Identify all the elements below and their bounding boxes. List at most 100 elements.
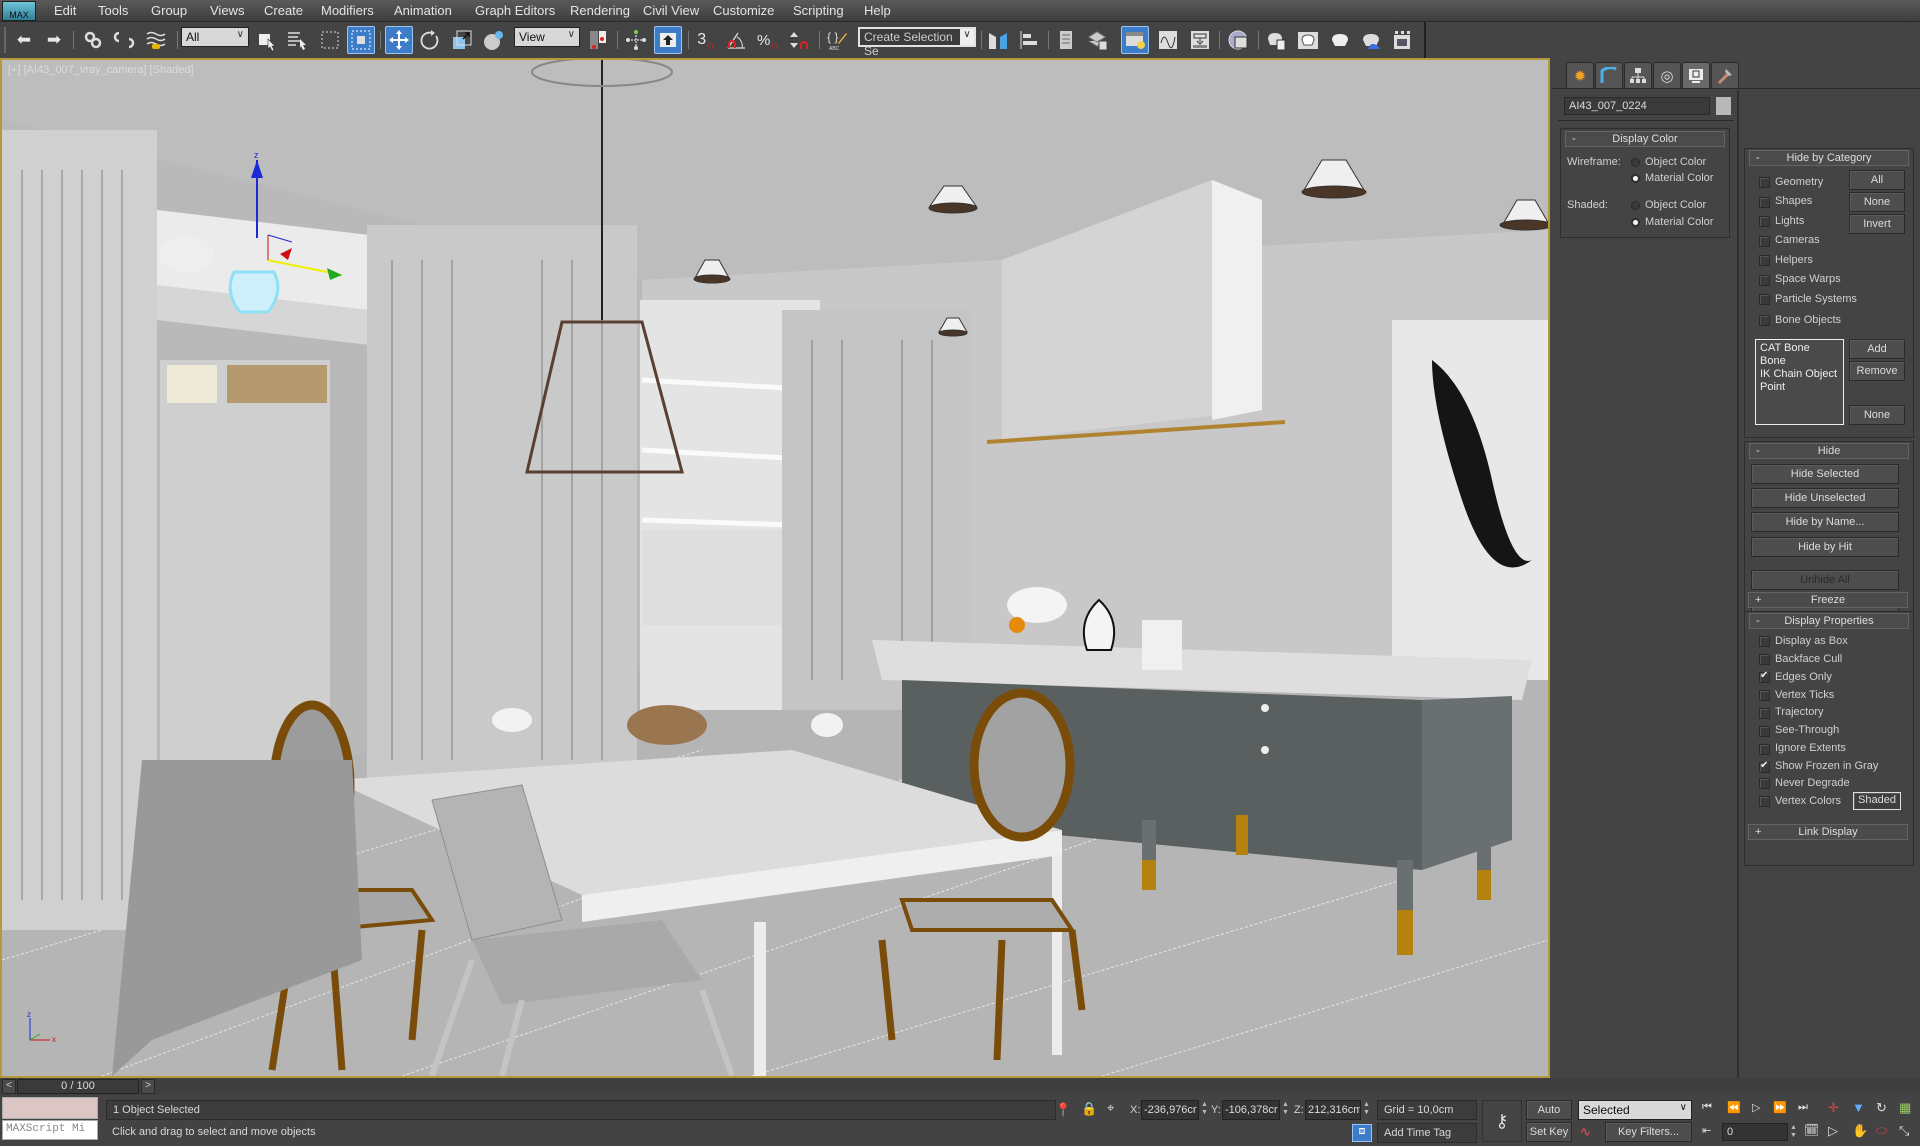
utilities-tab[interactable] xyxy=(1711,62,1739,88)
render-in-cloud-icon[interactable] xyxy=(1357,26,1385,54)
vertex-colors-checkbox[interactable] xyxy=(1759,796,1770,807)
previous-frame-icon[interactable]: ⏪ xyxy=(1727,1101,1741,1114)
keyboard-shortcut-override-icon[interactable] xyxy=(654,26,682,54)
hierarchy-tab[interactable] xyxy=(1624,62,1652,88)
shaded-material-color-radio[interactable] xyxy=(1631,218,1640,227)
link-display-rollout-header[interactable]: + Link Display xyxy=(1748,824,1908,840)
edit-named-selection-sets-icon[interactable]: { } ABC xyxy=(823,26,851,54)
create-tab[interactable]: ✹ xyxy=(1566,62,1594,88)
display-tab[interactable] xyxy=(1682,62,1710,88)
hide-by-name-button[interactable]: Hide by Name... xyxy=(1751,512,1899,532)
list-item[interactable]: CAT Bone xyxy=(1760,342,1839,355)
set-key-button[interactable]: Set Key xyxy=(1526,1122,1572,1142)
space-warps-checkbox[interactable] xyxy=(1759,275,1770,286)
rendered-frame-window-icon[interactable] xyxy=(1294,26,1322,54)
motion-tab[interactable]: ◎ xyxy=(1653,62,1681,88)
named-selection-set-dropdown[interactable]: Create Selection Se ∨ xyxy=(858,27,976,58)
adaptive-degradation-icon[interactable]: ⧈ xyxy=(1352,1124,1372,1142)
hide-selected-button[interactable]: Hide Selected xyxy=(1751,464,1899,484)
select-by-name-icon[interactable] xyxy=(283,26,311,54)
render-setup-icon[interactable] xyxy=(1262,26,1290,54)
menu-edit[interactable]: Edit xyxy=(54,3,76,18)
geometry-checkbox[interactable] xyxy=(1759,177,1770,188)
spinner-snap-icon[interactable] xyxy=(786,26,814,54)
zoom-extents-all-icon[interactable]: ✛ xyxy=(1828,1100,1839,1116)
bone-objects-checkbox[interactable] xyxy=(1759,315,1770,326)
time-slider-thumb[interactable]: 0 / 100 xyxy=(17,1079,139,1094)
toggle-layer-explorer-icon[interactable] xyxy=(1084,26,1112,54)
category-listbox[interactable]: CAT Bone Bone IK Chain Object Point xyxy=(1755,339,1844,425)
redo-icon[interactable]: ➡ xyxy=(40,26,68,54)
menu-scripting[interactable]: Scripting xyxy=(793,3,844,18)
unhide-all-button[interactable]: Unhide All xyxy=(1751,570,1899,590)
hide-unselected-button[interactable]: Hide Unselected xyxy=(1751,488,1899,508)
wireframe-object-color-radio[interactable] xyxy=(1631,158,1640,167)
shapes-checkbox[interactable] xyxy=(1759,197,1770,208)
play-icon[interactable]: ▷ xyxy=(1752,1101,1760,1114)
bind-to-space-warp-icon[interactable] xyxy=(142,26,170,54)
selected-object[interactable] xyxy=(228,270,280,314)
z-coord-spinner[interactable]: ▲ ▼ xyxy=(1362,1101,1371,1119)
render-production-icon[interactable] xyxy=(1326,26,1354,54)
time-configuration-icon[interactable]: 🗓 xyxy=(1804,1123,1819,1137)
shaded-object-color-radio[interactable] xyxy=(1631,201,1640,210)
never-degrade-checkbox[interactable] xyxy=(1759,778,1770,789)
trajectory-checkbox[interactable] xyxy=(1759,708,1770,719)
edges-only-checkbox[interactable] xyxy=(1759,670,1770,683)
go-to-end-icon[interactable]: ⏭ xyxy=(1798,1101,1808,1114)
select-and-move-icon[interactable] xyxy=(385,26,413,54)
key-mode-dropdown[interactable]: Selected ∨ xyxy=(1578,1100,1692,1120)
angle-snap-icon[interactable] xyxy=(722,26,750,54)
key-filters-button[interactable]: Key Filters... xyxy=(1605,1122,1692,1142)
wireframe-material-color-radio[interactable] xyxy=(1631,174,1640,183)
hide-by-hit-button[interactable]: Hide by Hit xyxy=(1751,537,1899,557)
key-mode-toggle-icon[interactable]: ⇤ xyxy=(1702,1124,1711,1137)
application-button[interactable]: MAX xyxy=(2,1,36,21)
hide-header[interactable]: - Hide xyxy=(1749,443,1909,459)
x-coord-field[interactable]: -236,976cr xyxy=(1141,1100,1199,1120)
select-object-icon[interactable] xyxy=(253,26,281,54)
vertex-colors-shaded-button[interactable]: Shaded xyxy=(1853,792,1901,810)
selection-filter-dropdown[interactable]: All ∨ xyxy=(181,27,249,47)
toggle-scene-explorer-icon[interactable] xyxy=(1052,26,1080,54)
absolute-mode-transform-icon[interactable]: ⌖ xyxy=(1107,1100,1114,1116)
menu-create[interactable]: Create xyxy=(264,3,303,18)
use-pivot-center-icon[interactable] xyxy=(584,26,612,54)
go-to-start-icon[interactable]: ⏮ xyxy=(1702,1101,1712,1114)
time-slider-next[interactable]: > xyxy=(141,1079,155,1094)
rectangular-selection-region-icon[interactable] xyxy=(316,26,344,54)
modify-tab[interactable] xyxy=(1595,62,1623,88)
ignore-extents-checkbox[interactable] xyxy=(1759,744,1770,755)
orbit-camera-icon[interactable]: ⬭ xyxy=(1876,1123,1887,1139)
menu-customize[interactable]: Customize xyxy=(713,3,774,18)
display-as-box-checkbox[interactable] xyxy=(1759,636,1770,647)
schematic-view-icon[interactable] xyxy=(1186,26,1214,54)
maxscript-mini-listener-input[interactable]: MAXScript Mi xyxy=(2,1120,98,1140)
menu-views[interactable]: Views xyxy=(210,3,244,18)
helpers-checkbox[interactable] xyxy=(1759,255,1770,266)
x-coord-spinner[interactable]: ▲ ▼ xyxy=(1200,1101,1209,1119)
percent-snap-icon[interactable]: % ∩ xyxy=(754,26,782,54)
lights-checkbox[interactable] xyxy=(1759,216,1770,227)
remove-button[interactable]: Remove xyxy=(1849,361,1905,381)
menu-modifiers[interactable]: Modifiers xyxy=(321,3,374,18)
walk-through-icon[interactable]: ▷ xyxy=(1828,1123,1838,1139)
menu-help[interactable]: Help xyxy=(864,3,891,18)
list-item[interactable]: Bone xyxy=(1760,355,1839,368)
invert-button[interactable]: Invert xyxy=(1849,214,1905,234)
select-and-manipulate-icon[interactable] xyxy=(622,26,650,54)
add-time-tag-field[interactable]: Add Time Tag xyxy=(1377,1123,1477,1143)
viewport-label[interactable]: [+] [AI43_007_vray_camera] [Shaded] xyxy=(8,64,194,76)
a360-gallery-icon[interactable] xyxy=(1388,26,1416,54)
hide-by-category-header[interactable]: - Hide by Category xyxy=(1749,150,1909,166)
undo-icon[interactable]: ⬅ xyxy=(10,26,38,54)
orbit-icon[interactable]: ↻ xyxy=(1876,1100,1887,1116)
list-none-button[interactable]: None xyxy=(1849,405,1905,425)
all-button[interactable]: All xyxy=(1849,170,1905,190)
y-coord-field[interactable]: -106,378cr xyxy=(1222,1100,1280,1120)
current-frame-field[interactable]: 0 xyxy=(1722,1123,1788,1141)
menu-rendering[interactable]: Rendering xyxy=(570,3,630,18)
select-and-place-icon[interactable] xyxy=(480,26,508,54)
current-frame-spinner[interactable]: ▲ ▼ xyxy=(1789,1124,1798,1142)
curve-editor-icon[interactable] xyxy=(1154,26,1182,54)
